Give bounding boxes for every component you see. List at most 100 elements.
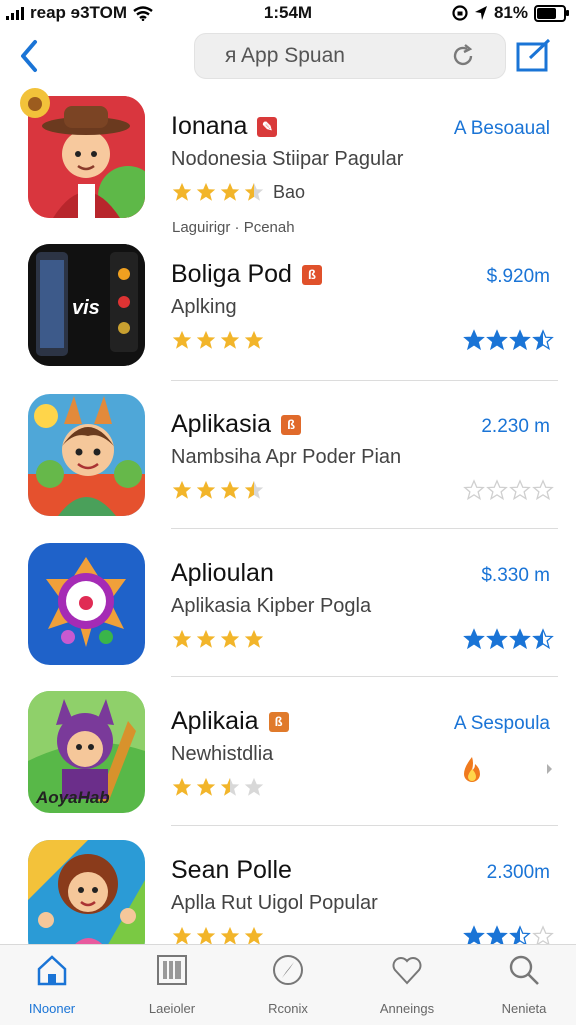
- price-label[interactable]: 2.230 m: [481, 416, 550, 438]
- star-icon: [172, 182, 192, 201]
- tab-label: Nenieta: [501, 1001, 547, 1016]
- app-title-text[interactable]: Ionana: [171, 112, 247, 141]
- star-icon: [244, 777, 264, 796]
- list-item[interactable]: AoyaHab Aplikaia ß Newhistdlia A Sespoul…: [0, 683, 576, 831]
- fire-icon: [464, 757, 480, 782]
- chevron-left-icon[interactable]: [14, 36, 44, 76]
- svg-text:vis: vis: [72, 297, 100, 319]
- tab-favorites[interactable]: Anneings: [357, 953, 457, 1016]
- list-item[interactable]: vis Boliga Pod ß Aplking $.920m: [0, 236, 576, 384]
- list-item[interactable]: Aplikasia ß Nambsiha Apr Poder Pian 2.23…: [0, 386, 576, 534]
- badge-icon: [20, 88, 50, 118]
- star-icon: [244, 330, 264, 349]
- star-icon: [486, 329, 508, 351]
- price-label[interactable]: $.920m: [487, 266, 550, 288]
- tab-label: Laeioler: [148, 1001, 196, 1016]
- app-title-text[interactable]: Aplikaia: [171, 707, 259, 736]
- app-title-text[interactable]: Aplikasia: [171, 410, 271, 439]
- app-title-text[interactable]: Sean Polle: [171, 856, 292, 885]
- chevron-right-icon[interactable]: [546, 763, 554, 775]
- library-icon: [157, 955, 187, 985]
- price-label[interactable]: A Besoaual: [454, 118, 550, 140]
- app-title[interactable]: Aplikasia ß: [171, 410, 302, 439]
- status-bar: reap ɘ3TOM 1:54M 81%: [0, 0, 576, 26]
- app-title-text[interactable]: Aplioulan: [171, 559, 274, 588]
- tab-today[interactable]: INooner: [2, 953, 102, 1016]
- app-icon-phones[interactable]: vis: [28, 244, 145, 366]
- tab-label: Rconix: [268, 1001, 308, 1016]
- star-icon: [532, 628, 554, 650]
- app-title[interactable]: Aplikaia ß: [171, 707, 289, 736]
- editors-choice-icon: ß: [268, 711, 289, 732]
- star-rating: [171, 479, 265, 501]
- star-icon: [463, 329, 485, 351]
- editors-choice-icon: ß: [301, 264, 322, 285]
- app-title[interactable]: Ionana ✎: [171, 112, 278, 141]
- rating-text: Bao: [273, 181, 306, 202]
- developer-label: Laguirigr · Pcenah: [172, 219, 295, 236]
- star-icon: [463, 628, 485, 650]
- app-subtitle: Nambsiha Apr Poder Pian: [171, 446, 402, 468]
- home-icon: [37, 955, 67, 986]
- star-icon: [172, 330, 192, 349]
- star-icon: [220, 182, 240, 201]
- star-icon: [196, 629, 216, 648]
- tab-label: Anneings: [379, 1001, 435, 1016]
- list-item[interactable]: Ionana ✎ Nodonesia Stiipar Pagular Bao A…: [0, 88, 576, 236]
- heart-icon: [392, 957, 422, 985]
- refresh-icon[interactable]: [449, 42, 477, 70]
- app-icon-fox-kid[interactable]: [28, 394, 145, 516]
- app-subtitle: Newhistdlia: [171, 743, 274, 765]
- app-title-text[interactable]: Boliga Pod: [171, 260, 292, 289]
- star-icon: [532, 329, 554, 351]
- price-label[interactable]: $.330 m: [481, 565, 550, 587]
- star-icon: [486, 479, 508, 501]
- compose-icon[interactable]: [516, 38, 552, 72]
- editors-choice-icon: ✎: [257, 116, 278, 137]
- battery-icon: [534, 4, 569, 22]
- tab-explore[interactable]: Rconix: [238, 953, 338, 1016]
- star-icon: [244, 629, 264, 648]
- star-icon: [196, 777, 216, 796]
- star-icon: [486, 628, 508, 650]
- star-rating: [171, 329, 265, 351]
- search-icon: [509, 955, 539, 985]
- star-icon: [196, 330, 216, 349]
- app-title[interactable]: Boliga Pod ß: [171, 260, 322, 289]
- app-title[interactable]: Sean Polle: [171, 856, 292, 885]
- app-title[interactable]: Aplioulan: [171, 559, 274, 588]
- star-icon: [244, 182, 264, 201]
- tab-label: INooner: [28, 1001, 76, 1016]
- star-rating: [171, 628, 265, 650]
- tab-search[interactable]: Nenieta: [474, 953, 574, 1016]
- app-subtitle: Nodonesia Stiipar Pagular: [171, 148, 404, 170]
- divider: [171, 528, 558, 529]
- app-icon-flower[interactable]: [28, 543, 145, 665]
- tab-bar: INooner Laeioler Rconix Anneings Nenieta: [0, 944, 576, 1025]
- battery-percent: 81%: [493, 3, 528, 22]
- right-star-rating: [463, 329, 554, 351]
- search-bar[interactable]: ᴙ App Spuan: [194, 33, 506, 79]
- list-item[interactable]: Aplioulan Aplikasia Kipber Pogla $.330 m: [0, 535, 576, 683]
- search-input[interactable]: ᴙ App Spuan: [225, 44, 345, 68]
- divider: [171, 380, 558, 381]
- price-label[interactable]: 2.300m: [487, 862, 550, 884]
- star-icon: [509, 479, 531, 501]
- app-icon-cat-hero[interactable]: AoyaHab: [28, 691, 145, 813]
- star-icon: [509, 329, 531, 351]
- right-star-rating: [463, 628, 554, 650]
- app-subtitle: Aplking: [171, 296, 237, 318]
- star-rating: [171, 776, 265, 798]
- price-label[interactable]: A Sespoula: [454, 713, 550, 735]
- star-icon: [509, 628, 531, 650]
- star-icon: [172, 777, 192, 796]
- tab-library[interactable]: Laeioler: [122, 953, 222, 1016]
- star-icon: [220, 480, 240, 499]
- star-icon: [220, 777, 240, 796]
- divider: [171, 825, 558, 826]
- app-subtitle: Aplikasia Kipber Pogla: [171, 595, 372, 617]
- star-icon: [463, 479, 485, 501]
- svg-text:AoyaHab: AoyaHab: [35, 788, 110, 807]
- star-icon: [196, 182, 216, 201]
- star-icon: [220, 629, 240, 648]
